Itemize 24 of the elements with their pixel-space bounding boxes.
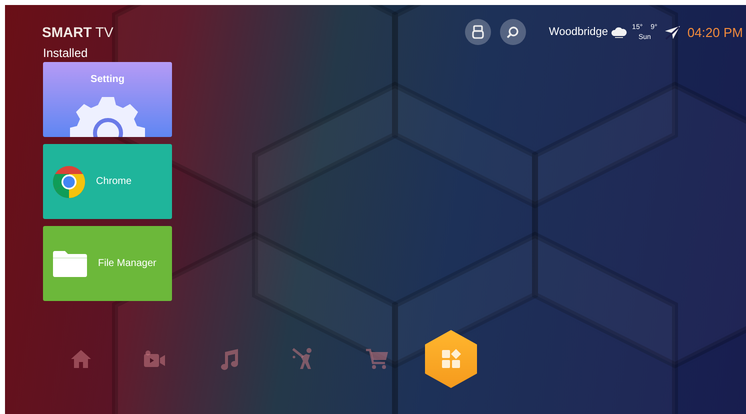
app-name: Setting <box>90 74 124 85</box>
section-title: Installed <box>43 46 89 60</box>
search-button[interactable] <box>500 19 526 45</box>
search-icon <box>506 26 520 38</box>
app-tile[interactable]: Chrome <box>43 144 172 219</box>
folder-icon <box>52 250 88 278</box>
smart-tv-logo: SMART TV <box>42 24 114 40</box>
gear-icon <box>70 97 146 137</box>
video-camera-icon <box>143 350 167 368</box>
nav-tab[interactable] <box>425 330 477 388</box>
app-name: File Manager <box>98 258 156 269</box>
usb-drive-icon <box>472 25 484 39</box>
chrome-logo-icon <box>52 164 86 198</box>
cloud-icon <box>611 26 628 38</box>
app-name: Chrome <box>96 176 132 187</box>
app-tile[interactable]: File Manager <box>43 226 172 301</box>
weather-city: Woodbridge <box>548 26 608 38</box>
clock-time: 04:20 PM <box>687 24 743 40</box>
usb-button[interactable] <box>464 19 491 45</box>
music-note-icon <box>219 348 239 370</box>
apps-grid-icon <box>441 349 461 369</box>
home-icon <box>70 349 92 369</box>
cart-icon <box>365 348 389 370</box>
app-tile[interactable]: Setting <box>43 62 172 137</box>
